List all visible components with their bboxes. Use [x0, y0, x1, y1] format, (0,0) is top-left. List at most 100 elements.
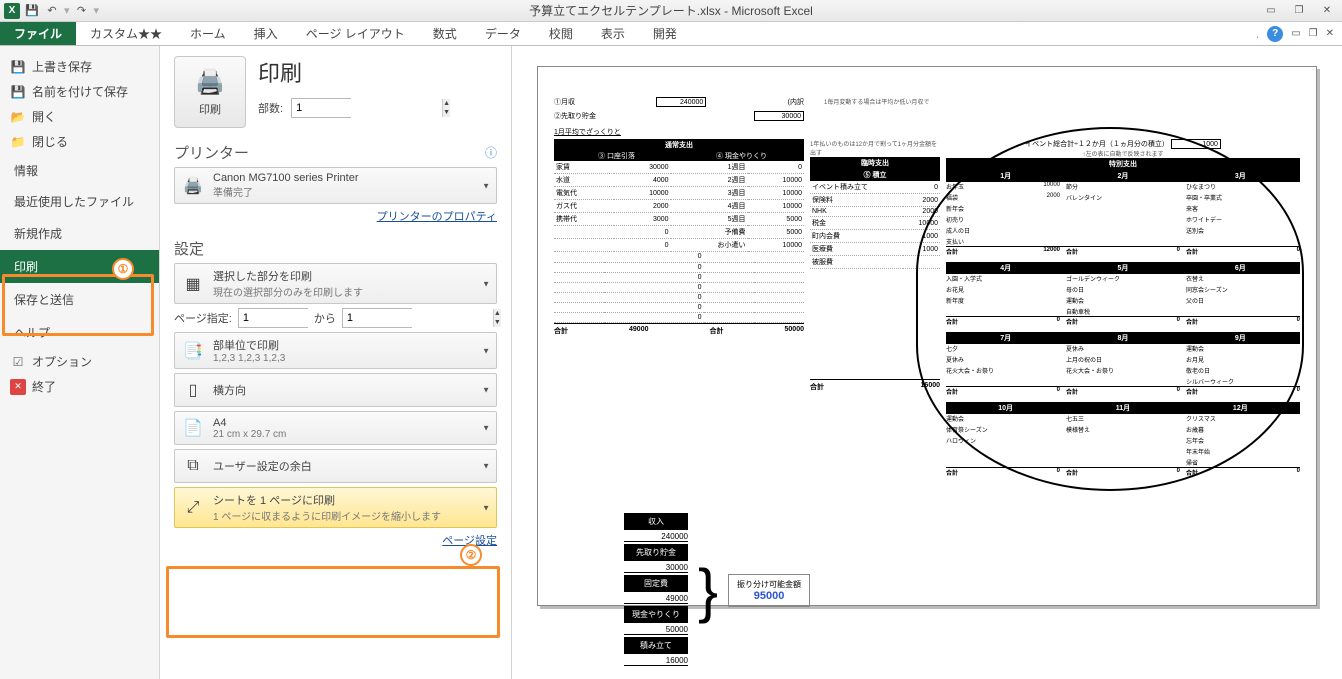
- page-from-spinner[interactable]: ▲▼: [238, 308, 308, 328]
- scaling-dropdown[interactable]: ⤢ シートを 1 ページに印刷 1 ページに収まるように印刷イメージを縮小します…: [174, 487, 497, 528]
- spin-up-icon[interactable]: ▲: [493, 309, 501, 318]
- print-button-label: 印刷: [199, 101, 221, 117]
- copies-spinner[interactable]: ▲▼: [291, 98, 351, 118]
- tab-custom[interactable]: カスタム★★: [76, 22, 176, 45]
- tab-insert[interactable]: 挿入: [240, 22, 292, 45]
- sidebar-save[interactable]: 💾 上書き保存: [0, 54, 159, 79]
- sidebar-new[interactable]: 新規作成: [0, 217, 159, 250]
- income-note: 1毎月変動する場合は平均か低い月収で: [824, 97, 974, 121]
- sheet-icon: ▦: [181, 272, 205, 296]
- sidebar-label: 終了: [32, 378, 56, 395]
- sidebar-label: 上書き保存: [32, 58, 92, 75]
- mid-note: 1年払いのものは12か月で割って1ヶ月分金額を出す: [810, 139, 940, 157]
- result-label: 振り分け可能金額: [737, 579, 801, 590]
- qat-dropdown-icon[interactable]: ▾: [94, 4, 100, 17]
- collate-dropdown[interactable]: 📑 部単位で印刷 1,2,3 1,2,3 1,2,3 ▼: [174, 332, 497, 369]
- print-settings-panel: 🖨️ 印刷 印刷 部数: ▲▼ プリンターⓘ 🖨️ Canon MG7100 s…: [160, 46, 512, 679]
- inner-restore-icon[interactable]: ❐: [1309, 28, 1318, 39]
- margins-icon: ⧉: [181, 454, 205, 478]
- printer-name: Canon MG7100 series Printer: [213, 172, 490, 184]
- margins-dropdown[interactable]: ⧉ ユーザー設定の余白 ▼: [174, 449, 497, 483]
- chevron-down-icon: ▼: [482, 503, 490, 512]
- qat-redo-icon[interactable]: ↷: [74, 3, 90, 19]
- spin-up-icon[interactable]: ▲: [442, 99, 450, 108]
- app-icon: X: [4, 3, 20, 19]
- paper-dropdown[interactable]: 📄 A4 21 cm x 29.7 cm ▼: [174, 411, 497, 445]
- ribbon: ファイル カスタム★★ ホーム 挿入 ページ レイアウト 数式 データ 校閲 表…: [0, 22, 1342, 46]
- help-icon[interactable]: ?: [1267, 26, 1283, 42]
- print-button[interactable]: 🖨️ 印刷: [174, 56, 246, 128]
- saveas-icon: 💾: [10, 84, 26, 100]
- tab-formulas[interactable]: 数式: [419, 22, 471, 45]
- paper-sub: 21 cm x 29.7 cm: [213, 429, 490, 440]
- collate-title: 部単位で印刷: [213, 337, 490, 353]
- brace-icon: }: [698, 570, 718, 612]
- print-area-title: 選択した部分を印刷: [213, 268, 490, 284]
- summary-column: 収入240000先取り貯金30000固定費49000現金やりくり50000積み立…: [624, 513, 688, 668]
- copies-label: 部数:: [258, 100, 283, 116]
- save-icon: 💾: [10, 59, 26, 75]
- page-setup-link[interactable]: ページ設定: [174, 532, 497, 548]
- printer-icon: 🖨️: [195, 68, 225, 97]
- print-area-dropdown[interactable]: ▦ 選択した部分を印刷 現在の選択部分のみを印刷します ▼: [174, 263, 497, 304]
- printer-dropdown[interactable]: 🖨️ Canon MG7100 series Printer 準備完了 ▼: [174, 167, 497, 204]
- options-icon: ☑: [10, 354, 26, 370]
- sidebar-help[interactable]: ヘルプ: [0, 316, 159, 349]
- sidebar-info[interactable]: 情報: [0, 154, 159, 187]
- margins-label: ユーザー設定の余白: [213, 458, 490, 474]
- page-to-input[interactable]: [343, 309, 493, 327]
- savings-value: 30000: [754, 111, 804, 121]
- ribbon-min-icon[interactable]: ˌ: [1256, 28, 1259, 39]
- left-sub1: ③ 口座引落: [554, 151, 679, 161]
- sidebar-open[interactable]: 📂開く: [0, 104, 159, 129]
- qat-separator: ▾: [64, 4, 70, 17]
- spin-down-icon[interactable]: ▼: [442, 108, 450, 117]
- tab-home[interactable]: ホーム: [176, 22, 240, 45]
- spin-down-icon[interactable]: ▼: [493, 318, 501, 327]
- sidebar-recent[interactable]: 最近使用したファイル: [0, 187, 159, 217]
- settings-section-title: 設定: [174, 238, 204, 259]
- info-icon[interactable]: ⓘ: [485, 144, 497, 161]
- close-button[interactable]: ✕: [1314, 3, 1340, 19]
- pages-label: ページ指定:: [174, 310, 232, 326]
- tab-pagelayout[interactable]: ページ レイアウト: [292, 22, 419, 45]
- tab-view[interactable]: 表示: [587, 22, 639, 45]
- sidebar-label: 情報: [14, 162, 38, 179]
- inner-close-icon[interactable]: ✕: [1326, 28, 1334, 39]
- qat-undo-icon[interactable]: ↶: [44, 3, 60, 19]
- inner-min-icon[interactable]: ▭: [1291, 28, 1300, 39]
- scaling-title: シートを 1 ページに印刷: [213, 492, 490, 508]
- sidebar-share[interactable]: 保存と送信: [0, 283, 159, 316]
- sidebar-label: 印刷: [14, 258, 38, 275]
- restore-button[interactable]: ❐: [1286, 3, 1312, 19]
- left-total-value-r: 50000: [785, 326, 804, 336]
- left-total-label-r: 合計: [710, 326, 724, 336]
- annotation-badge-2: ②: [460, 544, 482, 566]
- sidebar-print[interactable]: 印刷: [0, 250, 159, 283]
- mid-header: 臨時支出: [810, 157, 940, 169]
- income-note-inner: (内訳: [788, 97, 804, 107]
- exit-icon: ✕: [10, 379, 26, 395]
- chevron-down-icon: ▼: [482, 346, 490, 355]
- copies-input[interactable]: [292, 99, 442, 117]
- sidebar-options[interactable]: ☑オプション: [0, 349, 159, 374]
- left-sub2: ④ 現金やりくり: [679, 151, 804, 161]
- page-to-spinner[interactable]: ▲▼: [342, 308, 412, 328]
- scaling-icon: ⤢: [181, 496, 205, 520]
- sidebar-saveas[interactable]: 💾 名前を付けて保存: [0, 79, 159, 104]
- tab-file[interactable]: ファイル: [0, 22, 76, 45]
- qat-save-icon[interactable]: 💾: [24, 3, 40, 19]
- chevron-down-icon: ▼: [482, 424, 490, 433]
- annotation-badge-1: ①: [112, 258, 134, 280]
- printer-status: 準備完了: [213, 184, 490, 199]
- orientation-dropdown[interactable]: ▯ 横方向 ▼: [174, 373, 497, 407]
- tab-developer[interactable]: 開発: [639, 22, 691, 45]
- sidebar-label: 閉じる: [32, 133, 68, 150]
- sidebar-close[interactable]: 📁閉じる: [0, 129, 159, 154]
- tab-data[interactable]: データ: [471, 22, 535, 45]
- minimize-button[interactable]: ▭: [1258, 3, 1284, 19]
- sidebar-label: 名前を付けて保存: [32, 83, 128, 100]
- printer-properties-link[interactable]: プリンターのプロパティ: [174, 208, 497, 224]
- tab-review[interactable]: 校閲: [535, 22, 587, 45]
- sidebar-exit[interactable]: ✕ 終了: [0, 374, 159, 399]
